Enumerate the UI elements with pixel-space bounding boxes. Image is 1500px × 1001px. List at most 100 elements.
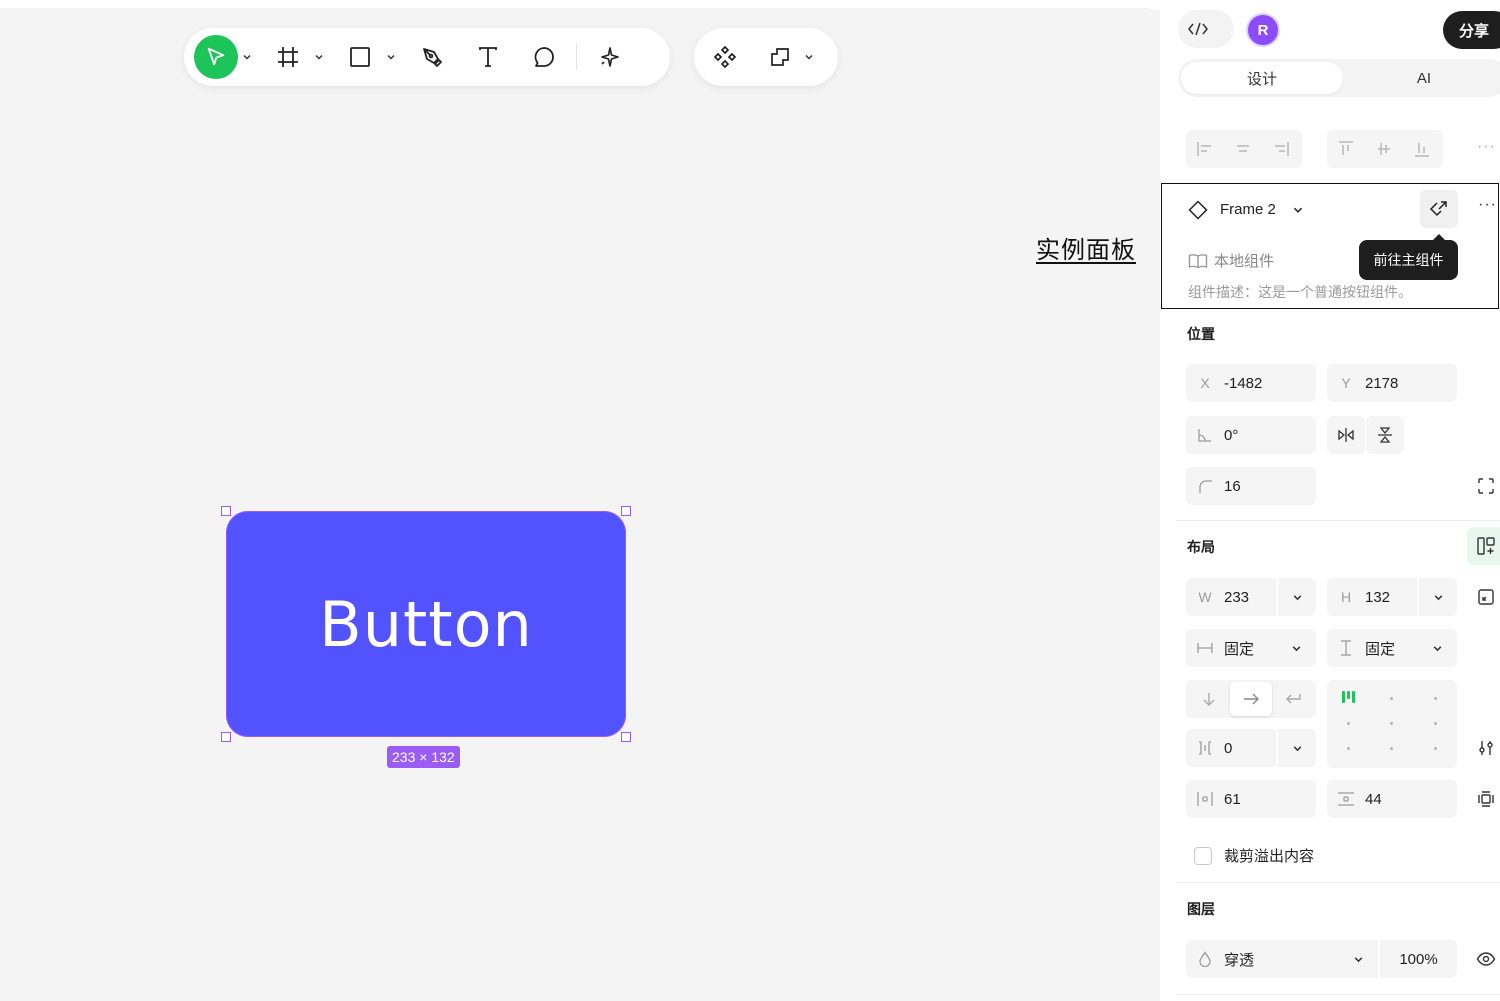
align-center-h-button[interactable] (1224, 130, 1262, 168)
horizontal-padding-field[interactable]: 61 (1186, 780, 1316, 818)
alignment-dot[interactable] (1347, 747, 1350, 750)
rotation-value[interactable]: 0° (1224, 427, 1316, 444)
clip-content-checkbox[interactable] (1194, 846, 1212, 865)
rectangle-tool-button[interactable] (338, 35, 382, 79)
section-divider (1176, 882, 1500, 883)
individual-padding-button[interactable] (1467, 780, 1500, 818)
x-position-field[interactable]: X -1482 (1186, 364, 1316, 402)
component-tool-button[interactable] (704, 35, 746, 79)
shape-tool-menu[interactable] (382, 35, 400, 79)
blend-mode-field[interactable]: 穿透 (1186, 940, 1378, 978)
tab-design[interactable]: 设计 (1181, 62, 1343, 94)
resize-handle-top-right[interactable] (621, 506, 631, 516)
component-more-icon[interactable]: ··· (1478, 196, 1497, 214)
share-button[interactable]: 分享 (1443, 11, 1500, 49)
chevron-down-icon[interactable] (1292, 204, 1304, 216)
blend-mode-dropdown[interactable] (1338, 954, 1378, 965)
frame-tool-button[interactable] (266, 35, 310, 79)
comment-tool-button[interactable] (522, 35, 566, 79)
alignment-dot[interactable] (1434, 747, 1437, 750)
button-frame[interactable]: Button (226, 511, 626, 737)
user-avatar[interactable]: R (1246, 13, 1280, 47)
independent-corners-button[interactable] (1467, 467, 1500, 505)
height-value[interactable]: 132 (1365, 589, 1417, 606)
layout-direction-group (1186, 680, 1316, 718)
frame-icon (278, 47, 298, 67)
rotation-field[interactable]: 0° (1186, 416, 1316, 454)
corner-radius-field[interactable]: 16 (1186, 467, 1316, 505)
height-mode-field[interactable]: 固定 (1327, 629, 1457, 667)
height-dropdown[interactable] (1417, 578, 1457, 616)
opacity-field[interactable]: 100% (1380, 940, 1457, 978)
resize-handle-bottom-right[interactable] (621, 732, 631, 742)
align-center-horizontal-icon (1237, 145, 1249, 152)
frame-tool-menu[interactable] (310, 35, 328, 79)
alignment-dot[interactable] (1390, 697, 1393, 700)
goto-main-component-button[interactable] (1420, 190, 1458, 228)
align-top-button[interactable] (1327, 130, 1365, 168)
direction-horizontal-button[interactable] (1230, 682, 1272, 716)
move-tool-menu[interactable] (238, 35, 256, 79)
resize-to-fit-button[interactable] (1467, 578, 1500, 616)
move-tool-button[interactable] (194, 35, 238, 79)
arrow-right-icon (1244, 693, 1259, 705)
align-bottom-button[interactable] (1403, 130, 1441, 168)
width-value[interactable]: 233 (1224, 589, 1276, 606)
alignment-dot[interactable] (1434, 722, 1437, 725)
boolean-tool-menu[interactable] (801, 35, 818, 79)
code-mode-button[interactable] (1178, 10, 1234, 48)
vertical-align-group (1327, 130, 1443, 168)
alignment-grid[interactable] (1327, 680, 1457, 768)
gap-dropdown[interactable] (1276, 729, 1316, 767)
flip-vertical-button[interactable] (1366, 416, 1404, 454)
width-mode-field[interactable]: 固定 (1186, 629, 1316, 667)
chevron-down-icon (1354, 956, 1362, 962)
boolean-tool-button[interactable] (758, 35, 800, 79)
alignment-dot[interactable] (1390, 747, 1393, 750)
design-canvas[interactable]: 实例面板 Button 233 × 132 (0, 0, 1160, 1001)
clip-content-row[interactable]: 裁剪溢出内容 (1194, 845, 1314, 866)
align-middle-button[interactable] (1365, 130, 1403, 168)
corner-radius-value[interactable]: 16 (1224, 478, 1316, 495)
vertical-padding-value[interactable]: 44 (1365, 791, 1457, 808)
width-mode-value[interactable]: 固定 (1224, 638, 1276, 659)
component-name[interactable]: Frame 2 (1220, 201, 1276, 218)
width-field[interactable]: W 233 (1186, 578, 1316, 616)
text-tool-button[interactable] (466, 35, 510, 79)
direction-vertical-button[interactable] (1188, 682, 1230, 716)
gap-value[interactable]: 0 (1224, 740, 1276, 757)
y-value[interactable]: 2178 (1365, 375, 1457, 392)
width-mode-dropdown[interactable] (1276, 629, 1316, 667)
pen-tool-button[interactable] (410, 35, 454, 79)
layout-settings-button[interactable] (1467, 729, 1500, 767)
y-position-field[interactable]: Y 2178 (1327, 364, 1457, 402)
x-value[interactable]: -1482 (1224, 375, 1316, 392)
layout-section-title: 布局 (1187, 539, 1215, 555)
height-field[interactable]: H 132 (1327, 578, 1457, 616)
book-icon (1188, 253, 1208, 268)
alignment-dot[interactable] (1347, 722, 1350, 725)
horizontal-padding-icon (1186, 791, 1224, 807)
alignment-dot[interactable] (1390, 722, 1393, 725)
tab-ai[interactable]: AI (1343, 62, 1500, 94)
gap-field[interactable]: 0 (1186, 729, 1316, 767)
resize-handle-bottom-left[interactable] (221, 732, 231, 742)
direction-wrap-button[interactable] (1272, 682, 1314, 716)
resize-to-fit-icon (1478, 589, 1494, 605)
width-dropdown[interactable] (1276, 578, 1316, 616)
align-right-button[interactable] (1262, 130, 1300, 168)
height-mode-value[interactable]: 固定 (1365, 638, 1417, 659)
horizontal-padding-value[interactable]: 61 (1224, 791, 1316, 808)
align-left-icon (1197, 142, 1211, 156)
flip-horizontal-button[interactable] (1327, 416, 1365, 454)
blend-mode-value[interactable]: 穿透 (1224, 949, 1338, 970)
resize-handle-top-left[interactable] (221, 506, 231, 516)
more-align-options-icon[interactable]: ··· (1477, 138, 1496, 156)
auto-layout-button[interactable] (1467, 527, 1500, 565)
ai-tool-button[interactable] (587, 35, 631, 79)
height-mode-dropdown[interactable] (1417, 629, 1457, 667)
alignment-dot[interactable] (1434, 697, 1437, 700)
align-left-button[interactable] (1186, 130, 1224, 168)
vertical-padding-field[interactable]: 44 (1327, 780, 1457, 818)
visibility-toggle-button[interactable] (1467, 940, 1500, 978)
